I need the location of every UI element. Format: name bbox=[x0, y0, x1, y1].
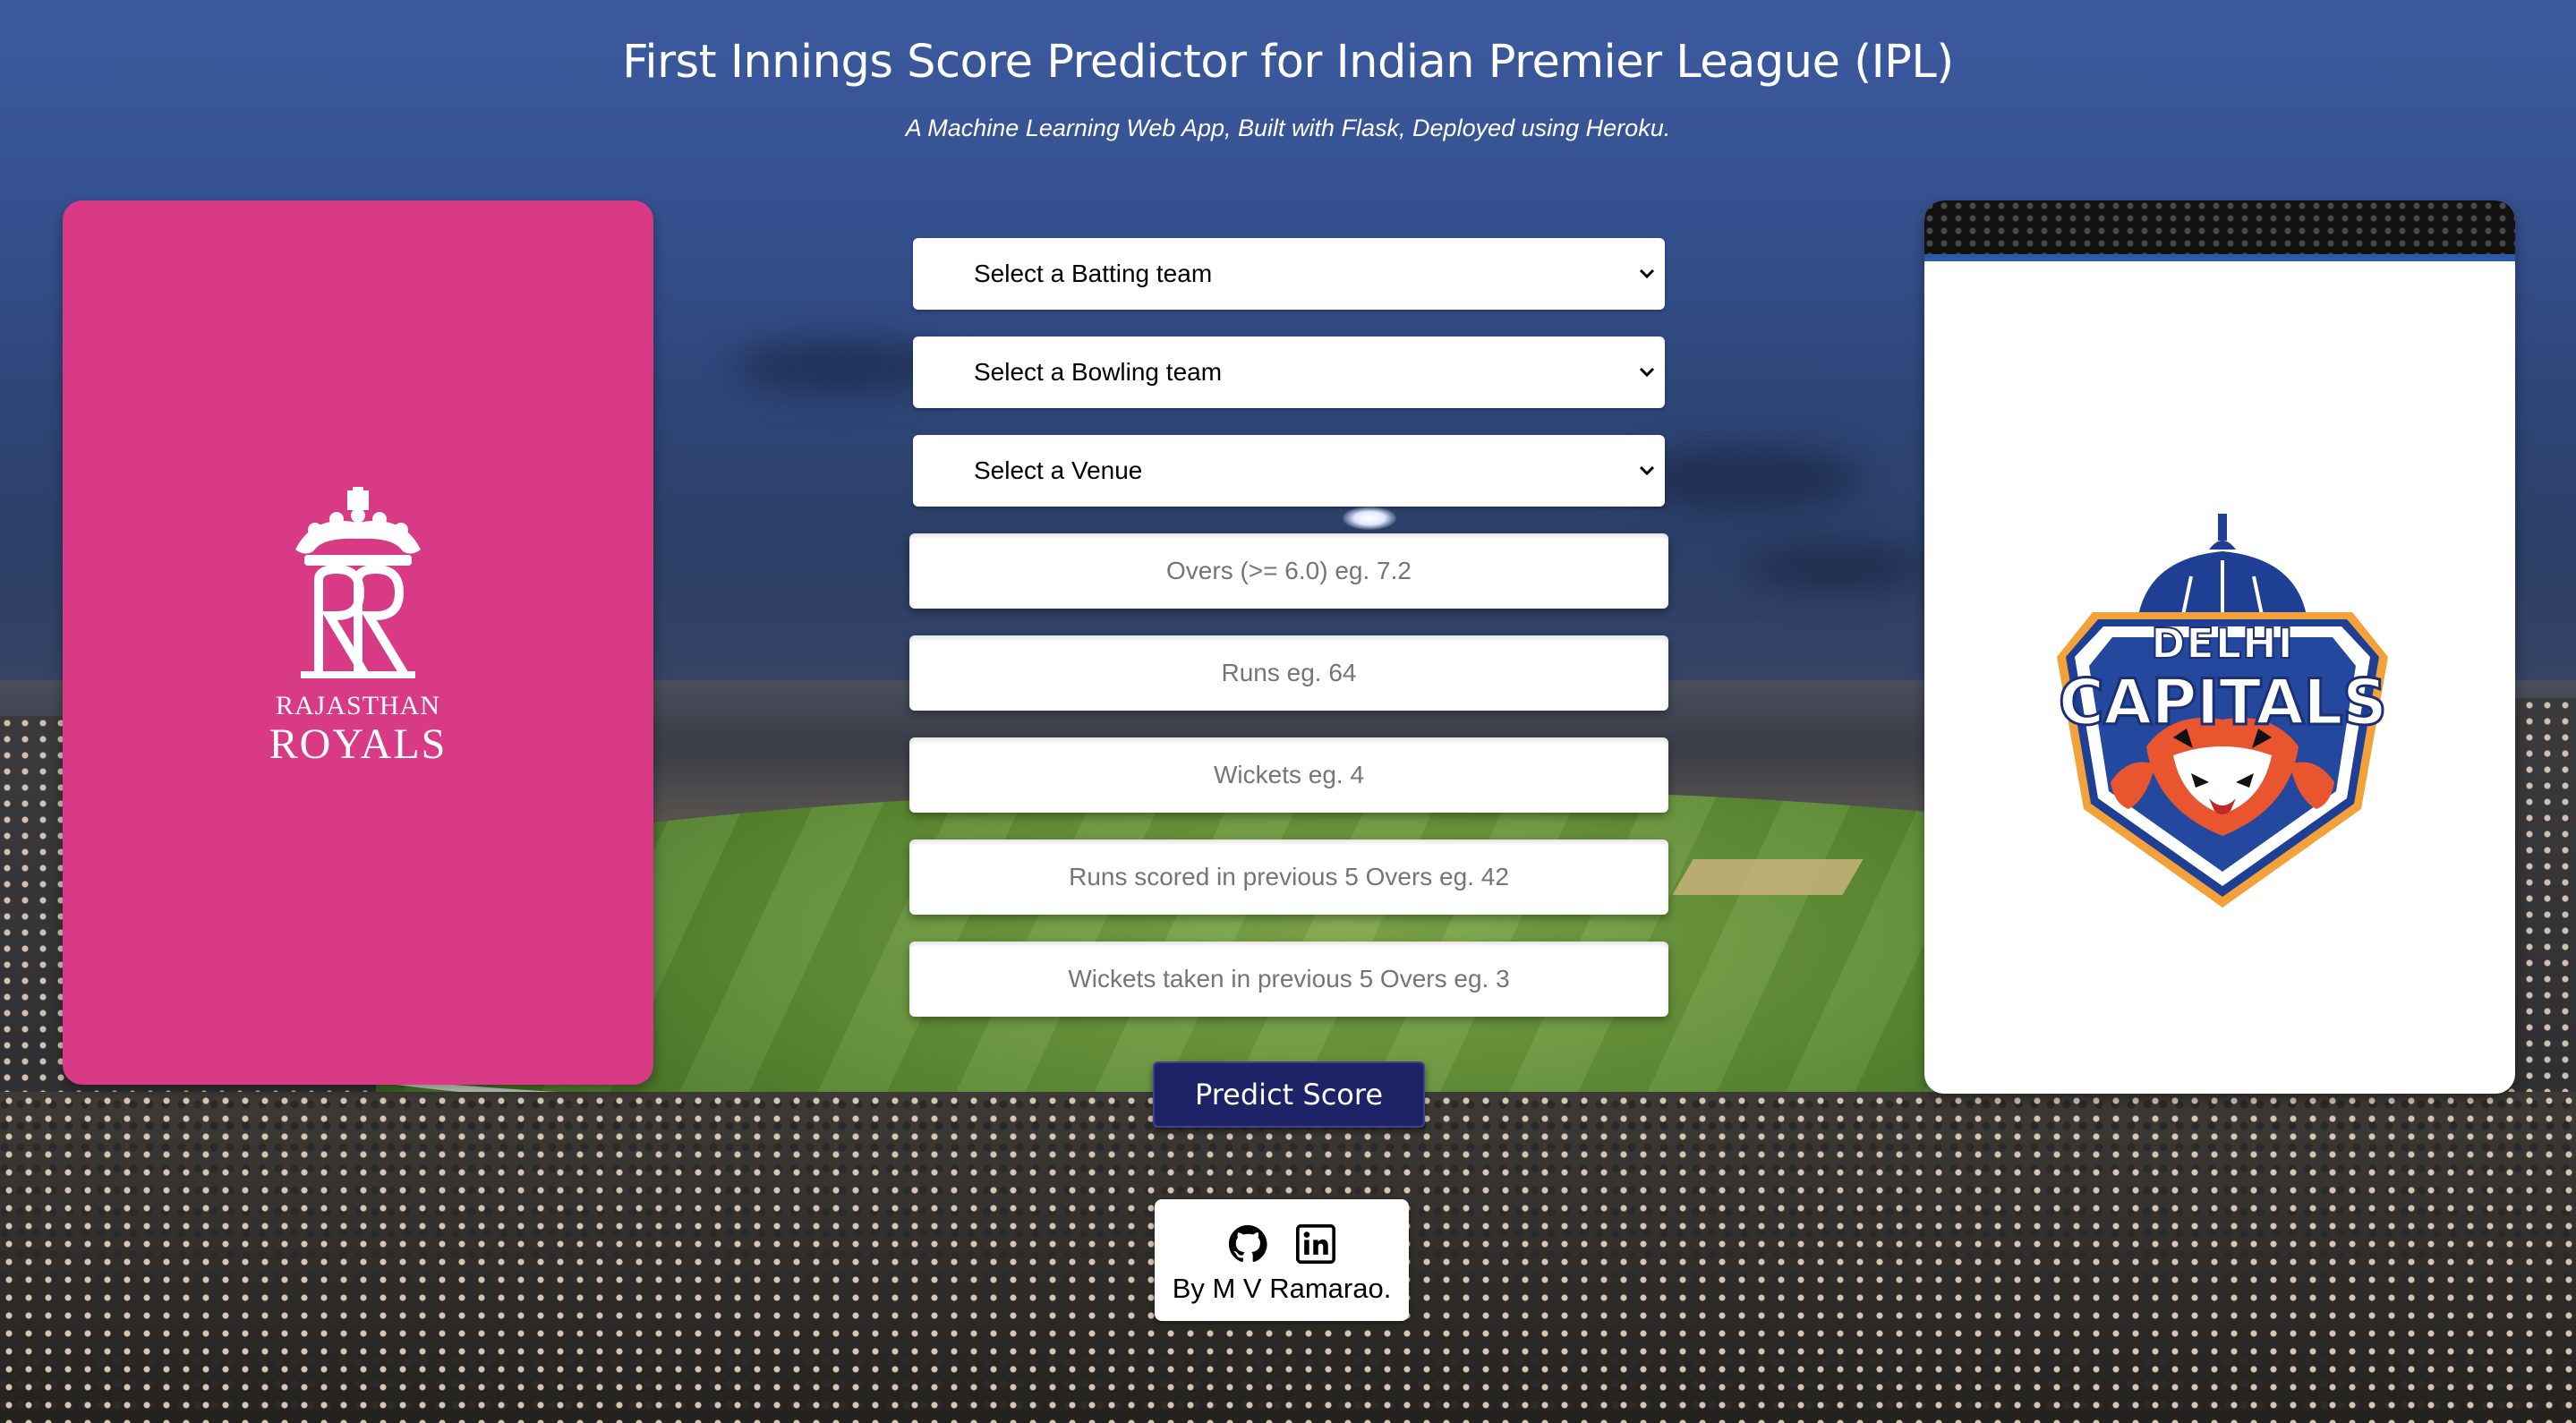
page-subtitle: A Machine Learning Web App, Built with F… bbox=[905, 115, 1671, 141]
chevron-down-icon bbox=[1639, 268, 1655, 279]
floodlight bbox=[1343, 507, 1396, 530]
github-icon[interactable] bbox=[1228, 1224, 1267, 1264]
team-name-line2: CAPITALS bbox=[2057, 665, 2388, 741]
batting-team-select-value: Select a Batting team bbox=[974, 260, 1213, 287]
wickets-input[interactable] bbox=[909, 737, 1668, 813]
cloud bbox=[1745, 546, 1924, 591]
cricket-pitch bbox=[1672, 859, 1864, 895]
rajasthan-royals-crown-icon bbox=[295, 487, 421, 678]
bowling-team-card: DELHI CAPITALS bbox=[1924, 200, 2515, 1094]
chevron-down-icon bbox=[1639, 367, 1655, 378]
venue-select-value: Select a Venue bbox=[974, 456, 1143, 484]
author-footer: By M V Ramarao. bbox=[1155, 1199, 1409, 1321]
batting-team-select[interactable]: Select a Batting team bbox=[913, 238, 1665, 310]
wickets-last-5-overs-input[interactable] bbox=[909, 942, 1668, 1017]
card-header-strip bbox=[1924, 200, 2515, 261]
page-title: First Innings Score Predictor for Indian… bbox=[622, 36, 1954, 89]
team-name-line1: RAJASTHAN bbox=[275, 691, 441, 720]
bowling-team-select[interactable]: Select a Bowling team bbox=[913, 337, 1665, 408]
author-byline: By M V Ramarao. bbox=[1172, 1273, 1392, 1304]
overs-input[interactable] bbox=[909, 533, 1668, 609]
chevron-down-icon bbox=[1639, 465, 1655, 476]
venue-select[interactable]: Select a Venue bbox=[913, 435, 1665, 507]
team-name-line2: ROYALS bbox=[269, 720, 448, 768]
bowling-team-select-value: Select a Bowling team bbox=[974, 358, 1223, 386]
batting-team-card: RAJASTHAN ROYALS bbox=[63, 200, 653, 1085]
runs-input[interactable] bbox=[909, 635, 1668, 711]
runs-last-5-overs-input[interactable] bbox=[909, 839, 1668, 915]
team-name-line1: DELHI bbox=[2150, 618, 2294, 669]
predict-score-button[interactable]: Predict Score bbox=[1153, 1061, 1425, 1128]
linkedin-icon[interactable] bbox=[1296, 1224, 1335, 1264]
